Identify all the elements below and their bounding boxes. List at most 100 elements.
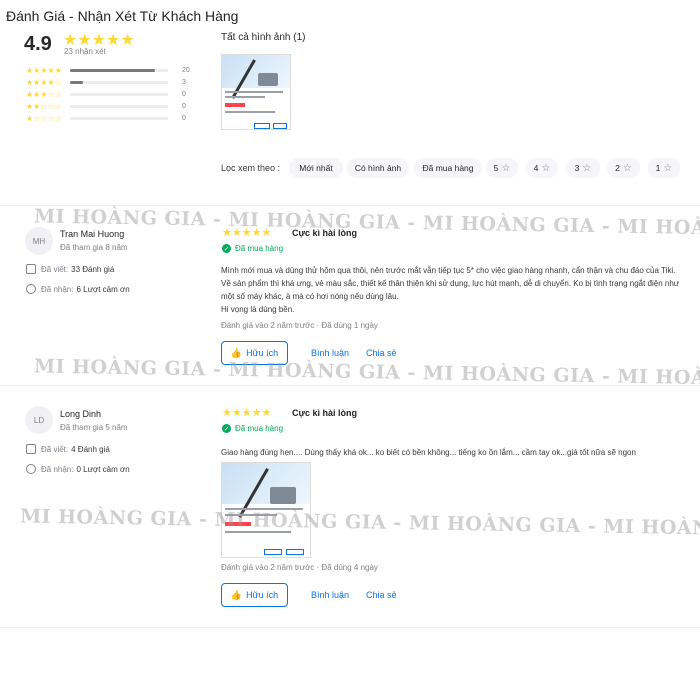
star-outline-icon: ☆ <box>663 162 673 174</box>
purchased-label: Đã mua hàng <box>235 244 284 253</box>
rating-row-5[interactable]: ★★★★★ 20 <box>26 66 190 76</box>
rating-bar <box>70 117 168 120</box>
thanks-label: Đã nhận: <box>41 464 74 474</box>
review-content: Giao hàng đúng hẹn.... Dùng thấy khá ok.… <box>221 448 636 457</box>
photo-price <box>225 103 245 107</box>
rating-row-4[interactable]: ★★★★☆ 3 <box>26 78 186 88</box>
rating-count: 20 <box>182 67 190 74</box>
like-icon <box>26 464 36 474</box>
photo-text-line <box>225 531 291 533</box>
review-date: Đánh giá vào 2 năm trước · Đã dùng 1 ngà… <box>221 321 378 330</box>
rating-count: 0 <box>182 103 186 110</box>
star-outline-icon: ☆ <box>501 162 511 174</box>
thumb-up-icon: 👍 <box>230 589 243 600</box>
photo-badge <box>273 123 287 129</box>
star-outline-icon: ☆ <box>541 162 551 174</box>
check-circle-icon: ✓ <box>222 424 231 433</box>
filter-label: Lọc xem theo : <box>221 163 281 173</box>
chip-label: Đã mua hàng <box>422 163 474 173</box>
rating-count: 0 <box>182 91 186 98</box>
rating-bar-fill <box>70 81 83 84</box>
stars-icon: ★★★☆☆ <box>26 90 62 99</box>
helpful-label: Hữu ích <box>246 590 279 600</box>
purchased-label: Đã mua hàng <box>235 424 284 433</box>
written-value: 33 Đánh giá <box>71 264 115 274</box>
review-photo-thumbnail[interactable] <box>221 54 291 130</box>
watermark-text: MI HOÀNG GIA - MI HOÀNG GIA - MI HOÀNG G… <box>33 205 700 240</box>
reviewer-name: Long Dinh <box>60 409 102 419</box>
reviewer-name: Tran Mai Huong <box>60 229 125 239</box>
photo-badge <box>286 549 304 555</box>
photo-text-line <box>225 508 303 510</box>
rating-row-2[interactable]: ★★☆☆☆ 0 <box>26 102 186 112</box>
chip-label: Có hình ảnh <box>354 163 402 173</box>
thanks-value: 0 Lượt cảm ơn <box>76 464 130 474</box>
rating-bar <box>70 93 168 96</box>
review-stars-icon: ★★★★★ <box>222 407 272 419</box>
filter-5-star[interactable]: 5 ☆ <box>486 158 518 178</box>
comment-icon <box>26 444 36 454</box>
comment-button[interactable]: Bình luận <box>311 590 349 600</box>
stars-icon: ★☆☆☆☆ <box>26 114 62 123</box>
photo-badge <box>254 123 270 129</box>
rating-bar-fill <box>70 69 156 72</box>
chip-label: Mới nhất <box>299 163 333 173</box>
helpful-button[interactable]: 👍 Hữu ích <box>221 583 288 607</box>
avatar: MH <box>25 227 53 255</box>
thanks-value: 6 Lượt cảm ơn <box>76 284 130 294</box>
reviewer-joined: Đã tham gia 5 năm <box>60 423 128 432</box>
helpful-button[interactable]: 👍 Hữu ích <box>221 341 288 365</box>
rating-count: 3 <box>182 79 186 86</box>
thumb-up-icon: 👍 <box>230 347 243 358</box>
chip-label: 3 <box>574 163 580 173</box>
chip-label: 4 <box>533 163 539 173</box>
avatar-initials: LD <box>33 415 45 425</box>
section-divider <box>0 205 700 206</box>
stars-icon: ★★★★☆ <box>26 78 62 87</box>
helpful-label: Hữu ích <box>246 348 279 358</box>
rating-row-1[interactable]: ★☆☆☆☆ 0 <box>26 114 186 124</box>
filter-2-star[interactable]: 2 ☆ <box>607 158 640 178</box>
like-icon <box>26 284 36 294</box>
written-label: Đã viết: <box>41 444 69 454</box>
filter-1-star[interactable]: 1 ☆ <box>648 158 680 178</box>
section-divider <box>0 385 700 386</box>
reviewer-written: Đã viết: 4 Đánh giá <box>26 444 110 454</box>
star-outline-icon: ☆ <box>582 162 592 174</box>
review-title: Cực kì hài lòng <box>292 228 358 238</box>
stars-icon: ★★☆☆☆ <box>26 102 62 111</box>
comment-button[interactable]: Bình luận <box>311 348 349 358</box>
purchased-badge: ✓ Đã mua hàng <box>222 424 283 433</box>
chip-label: 2 <box>615 163 620 173</box>
reviewer-thanks: Đã nhận: 6 Lượt cảm ơn <box>26 284 130 294</box>
written-label: Đã viết: <box>41 264 69 274</box>
filter-with-photo[interactable]: Có hình ảnh <box>347 158 409 178</box>
review-content: Mình mới mua và dùng thử hôm qua thôi, n… <box>221 266 680 314</box>
review-date: Đánh giá vào 2 năm trước · Đã dùng 4 ngà… <box>221 563 378 572</box>
reviewer-thanks: Đã nhận: 0 Lượt cảm ơn <box>26 464 130 474</box>
filter-4-star[interactable]: 4 ☆ <box>526 158 558 178</box>
filter-newest[interactable]: Mới nhất <box>289 158 343 178</box>
average-rating: 4.9 <box>24 33 52 55</box>
vacuum-head-icon <box>270 487 297 504</box>
review-photo-thumbnail[interactable] <box>221 462 311 558</box>
share-button[interactable]: Chia sẻ <box>366 348 397 358</box>
filter-3-star[interactable]: 3 ☆ <box>566 158 600 178</box>
share-button[interactable]: Chia sẻ <box>366 590 397 600</box>
purchased-badge: ✓ Đã mua hàng <box>222 244 283 253</box>
review-count: 23 nhận xét <box>64 47 106 56</box>
photo-text-line <box>225 91 283 93</box>
rating-bar <box>70 105 168 108</box>
rating-count: 0 <box>182 115 186 122</box>
check-circle-icon: ✓ <box>222 244 231 253</box>
review-title: Cực kì hài lòng <box>292 408 358 418</box>
chip-label: 1 <box>655 163 661 173</box>
filter-purchased[interactable]: Đã mua hàng <box>414 158 482 178</box>
comment-icon <box>26 264 36 274</box>
avatar-initials: MH <box>32 236 46 246</box>
rating-row-3[interactable]: ★★★☆☆ 0 <box>26 90 186 100</box>
reviewer-written: Đã viết: 33 Đánh giá <box>26 264 114 274</box>
photo-price <box>225 522 251 526</box>
watermark-text: MI HOÀNG GIA - MI HOÀNG GIA - MI HOÀNG G… <box>19 505 700 541</box>
vacuum-head-icon <box>258 73 279 87</box>
